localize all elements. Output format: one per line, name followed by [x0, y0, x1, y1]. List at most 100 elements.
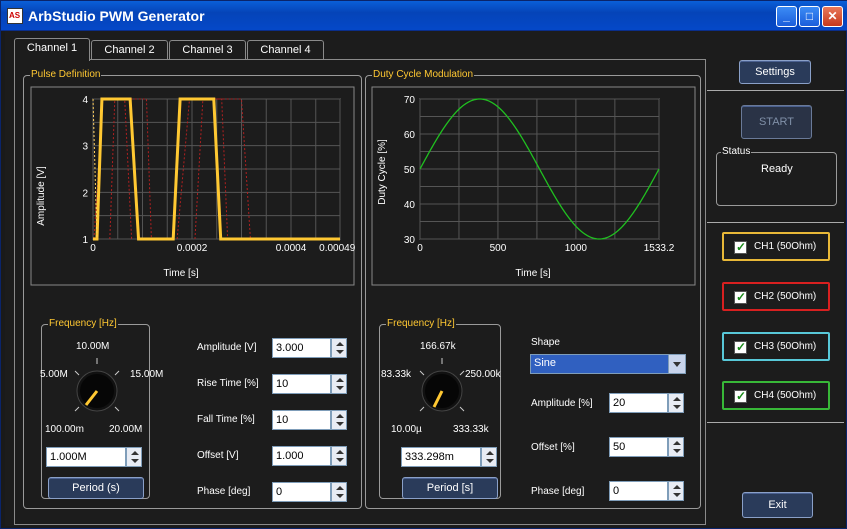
duty-x-tick: 1533.2: [644, 243, 675, 254]
title-bar: ArbStudio PWM Generator _ □ ✕: [1, 1, 847, 31]
checkbox-icon[interactable]: [734, 340, 747, 354]
channel-4-label: CH4 (50Ohm): [754, 390, 817, 401]
pulse-offset-spinner[interactable]: [331, 446, 347, 466]
duty-knob-bottom-right: 333.33k: [453, 424, 489, 435]
duty-cycle-group: Duty Cycle Modulation 0 500 1000 1533.2 30 40…: [365, 69, 701, 509]
pulse-phase-input[interactable]: 0: [272, 482, 331, 502]
checkbox-icon[interactable]: [734, 389, 747, 403]
settings-button[interactable]: Settings: [739, 60, 811, 84]
duty-frequency-input[interactable]: 333.298m: [401, 447, 481, 467]
channel-2-label: CH2 (50Ohm): [754, 291, 817, 302]
main-area: Channel 1 Channel 2 Channel 3 Channel 4 …: [5, 31, 844, 526]
pulse-frequency-spinner[interactable]: [126, 447, 142, 467]
duty-y-tick: 50: [404, 165, 416, 176]
pulse-amplitude-input[interactable]: 3.000: [272, 338, 331, 358]
duty-y-tick: 70: [404, 95, 416, 106]
duty-knob-left: 83.33k: [381, 369, 412, 380]
pulse-frequency-input[interactable]: 1.000M: [46, 447, 126, 467]
duty-chart: 0 500 1000 1533.23040506070 Duty Cycle [%] …: [371, 86, 696, 286]
channel-1-label: CH1 (50Ohm): [754, 241, 817, 252]
duty-x-label: Time [s]: [515, 268, 550, 279]
side-divider-2: [707, 222, 844, 223]
pulse-frequency-knob[interactable]: [67, 355, 127, 420]
status-group: Status Ready: [716, 146, 837, 206]
channel-1-toggle[interactable]: CH1 (50Ohm): [722, 232, 830, 261]
duty-amplitude-input[interactable]: 20: [609, 393, 668, 413]
start-button[interactable]: START: [741, 105, 812, 139]
pulse-knob-right: 15.00M: [130, 369, 164, 380]
duty-offset-input[interactable]: 50: [609, 437, 668, 457]
duty-frequency-knob[interactable]: [412, 355, 472, 420]
duty-y-tick: 30: [404, 235, 416, 246]
close-button[interactable]: ✕: [822, 6, 843, 27]
pulse-knob-bottom-right: 20.00M: [109, 424, 143, 435]
pulse-amplitude-spinner[interactable]: [331, 338, 347, 358]
shape-select[interactable]: Sine: [530, 354, 686, 374]
tab-channel-1[interactable]: Channel 1: [14, 38, 90, 61]
status-value: Ready: [761, 163, 793, 175]
pulse-fall-time-input[interactable]: 10: [272, 410, 331, 430]
duty-period-button[interactable]: Period [s]: [402, 477, 498, 499]
duty-y-tick: 60: [404, 130, 416, 141]
shape-label: Shape: [531, 337, 560, 348]
pulse-frequency-label: Frequency [Hz]: [48, 318, 118, 330]
channel-3-toggle[interactable]: CH3 (50Ohm): [722, 332, 830, 361]
app-window: ArbStudio PWM Generator _ □ ✕ Channel 1 …: [0, 0, 847, 529]
pulse-y-tick: 4: [82, 95, 88, 106]
duty-phase-label: Phase [deg]: [531, 486, 585, 497]
duty-phase-spinner[interactable]: [668, 481, 684, 501]
duty-y-label: Duty Cycle [%]: [377, 139, 388, 205]
pulse-y-tick: 1: [82, 235, 88, 246]
duty-frequency-spinner[interactable]: [481, 447, 497, 467]
pulse-offset-input[interactable]: 1.000: [272, 446, 331, 466]
duty-frequency-group: Frequency [Hz] 166.67k 83.33k 250.00k 10…: [379, 318, 501, 499]
duty-amplitude-spinner[interactable]: [668, 393, 684, 413]
duty-offset-spinner[interactable]: [668, 437, 684, 457]
pulse-rise-time-input[interactable]: 10: [272, 374, 331, 394]
checkbox-icon[interactable]: [734, 240, 747, 254]
pulse-y-tick: 3: [82, 142, 88, 153]
chevron-down-icon[interactable]: [668, 355, 685, 373]
duty-x-tick: 1000: [565, 243, 588, 254]
pulse-fall-time-spinner[interactable]: [331, 410, 347, 430]
pulse-x-tick: 0: [90, 243, 96, 254]
duty-phase-input[interactable]: 0: [609, 481, 668, 501]
duty-offset-label: Offset [%]: [531, 442, 575, 453]
channel-4-toggle[interactable]: CH4 (50Ohm): [722, 381, 830, 410]
side-divider-3: [707, 422, 844, 423]
duty-knob-top: 166.67k: [420, 341, 456, 352]
pulse-definition-label: Pulse Definition: [30, 69, 102, 81]
tab-channel-3[interactable]: Channel 3: [169, 40, 246, 60]
duty-knob-bottom-left: 10.00µ: [391, 424, 422, 435]
duty-cycle-label: Duty Cycle Modulation: [372, 69, 475, 81]
pulse-phase-label: Phase [deg]: [197, 486, 251, 497]
app-icon: [7, 8, 23, 24]
pulse-rise-time-label: Rise Time [%]: [197, 378, 259, 389]
pulse-period-button[interactable]: Period (s): [48, 477, 144, 499]
checkbox-icon[interactable]: [734, 290, 747, 304]
maximize-button[interactable]: □: [799, 6, 820, 27]
pulse-knob-top: 10.00M: [76, 341, 110, 352]
pulse-fall-time-label: Fall Time [%]: [197, 414, 255, 425]
exit-button[interactable]: Exit: [742, 492, 813, 518]
pulse-chart: 00.00020.00040.0004991234 Amplitude [V] …: [30, 86, 355, 286]
channel-2-toggle[interactable]: CH2 (50Ohm): [722, 282, 830, 311]
pulse-x-label: Time [s]: [163, 268, 198, 279]
pulse-knob-bottom-left: 100.00m: [45, 424, 84, 435]
pulse-x-tick: 0.0002: [177, 243, 208, 254]
window-title: ArbStudio PWM Generator: [28, 8, 205, 24]
pulse-x-tick: 0.0004: [276, 243, 307, 254]
minimize-button[interactable]: _: [776, 6, 797, 27]
pulse-frequency-group: Frequency [Hz] 10.00M 5.00M 15.00M 100.0…: [40, 318, 163, 499]
pulse-rise-time-spinner[interactable]: [331, 374, 347, 394]
tab-channel-4[interactable]: Channel 4: [247, 40, 324, 60]
side-divider-1: [707, 90, 844, 91]
pulse-definition-group: Pulse Definition 0 0.0002 0.0004 0.000499 1 2…: [23, 69, 362, 509]
pulse-phase-spinner[interactable]: [331, 482, 347, 502]
duty-amplitude-label: Amplitude [%]: [531, 398, 593, 409]
duty-x-tick: 500: [490, 243, 507, 254]
status-label: Status: [721, 146, 752, 158]
pulse-x-tick: 0.000499: [319, 243, 355, 254]
channel-3-label: CH3 (50Ohm): [754, 341, 817, 352]
tab-channel-2[interactable]: Channel 2: [91, 40, 168, 60]
